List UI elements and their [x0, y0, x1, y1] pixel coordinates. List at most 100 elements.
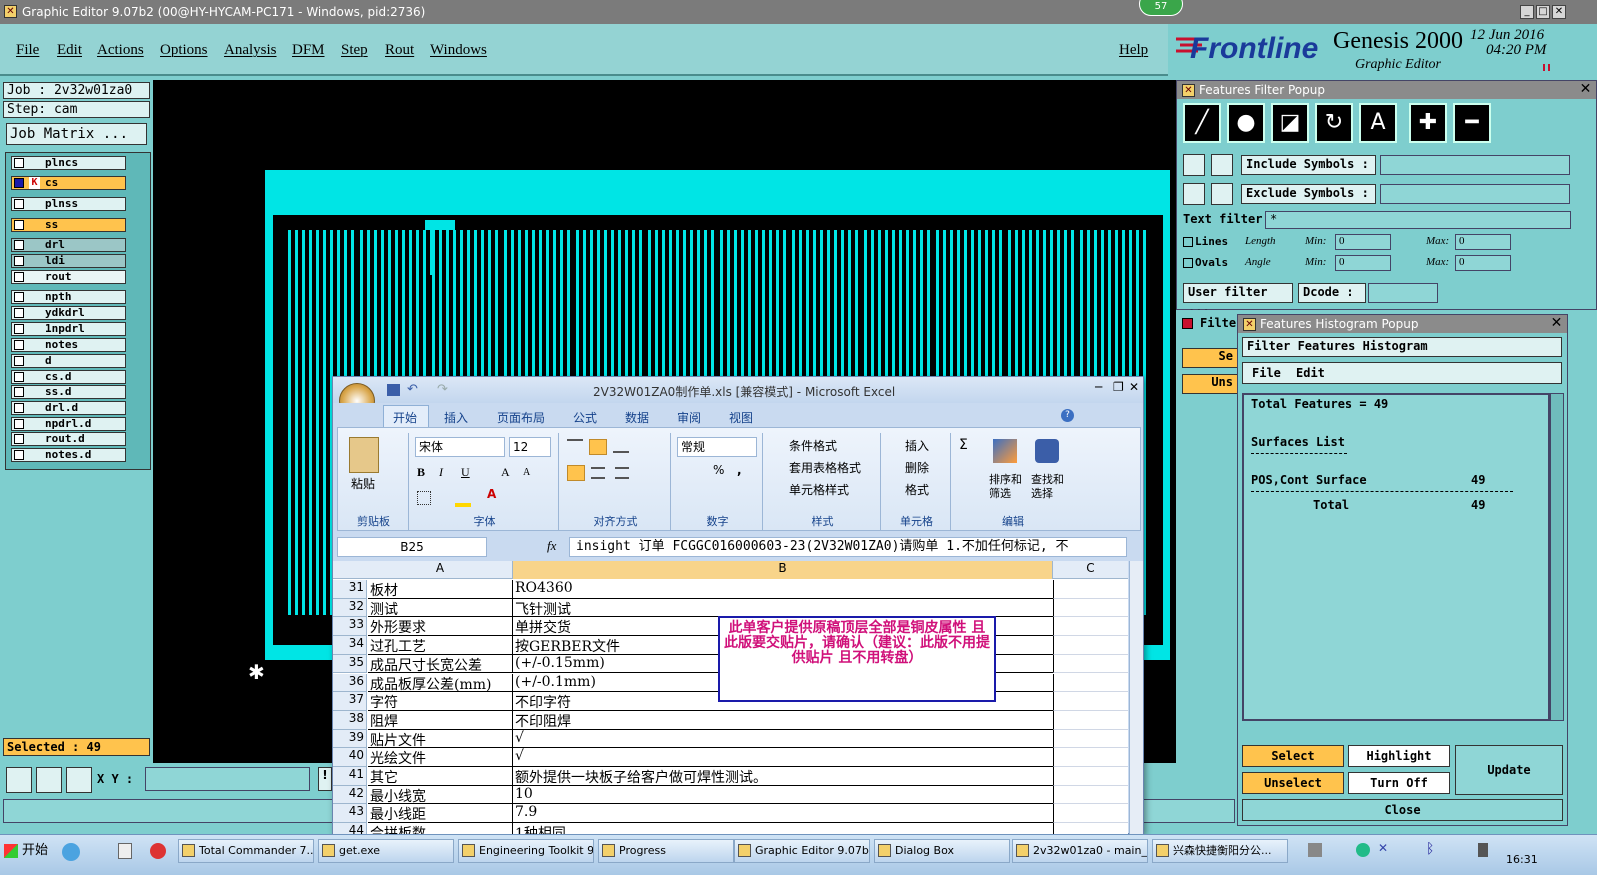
- fill-color-icon[interactable]: [455, 503, 471, 507]
- layer-checkbox[interactable]: [14, 324, 24, 334]
- cell-c[interactable]: [1053, 785, 1128, 805]
- font-name-select[interactable]: 宋体: [415, 437, 505, 457]
- layer-row-ss-d[interactable]: ss.d: [11, 385, 126, 399]
- cell-a[interactable]: 最小线宽: [368, 785, 513, 805]
- text-filter-input[interactable]: *: [1265, 211, 1571, 229]
- cell-b[interactable]: √: [513, 748, 1053, 767]
- close-button[interactable]: Close: [1242, 799, 1563, 821]
- insert-cells-button[interactable]: 插入: [905, 437, 929, 454]
- surface-tool-icon[interactable]: ◪: [1271, 103, 1309, 143]
- text-tool-icon[interactable]: A: [1359, 103, 1397, 143]
- exclude-symbols-input[interactable]: [1380, 184, 1570, 204]
- layer-checkbox[interactable]: [14, 434, 24, 444]
- layer-row-1npdrl[interactable]: 1npdrl: [11, 322, 126, 336]
- italic-icon[interactable]: I: [439, 465, 443, 480]
- underline-icon[interactable]: U: [461, 465, 470, 480]
- find-select-icon[interactable]: [1035, 439, 1059, 463]
- user-filter-button[interactable]: User filter ...: [1183, 283, 1293, 315]
- tab-view[interactable]: 视图: [729, 409, 753, 426]
- highlight-button[interactable]: Highlight: [1348, 745, 1450, 767]
- update-button[interactable]: Update: [1455, 745, 1563, 795]
- cell-b[interactable]: 不印阻焊: [513, 711, 1053, 730]
- cell-a[interactable]: 测试: [368, 598, 513, 618]
- menu-analysis[interactable]: Analysis: [224, 42, 277, 59]
- cell-c[interactable]: [1053, 617, 1128, 637]
- layer-row-plnss[interactable]: plnss: [11, 197, 126, 211]
- layer-row-ldi[interactable]: ldi: [11, 254, 126, 268]
- font-color-icon[interactable]: A: [487, 487, 496, 501]
- cell-a[interactable]: 光绘文件: [368, 748, 513, 767]
- layer-checkbox[interactable]: [14, 387, 24, 397]
- layer-row-cs-d[interactable]: cs.d: [11, 370, 126, 384]
- exclude-arrow-icon[interactable]: [1183, 183, 1205, 205]
- row-header[interactable]: 39: [333, 729, 367, 749]
- negative-icon[interactable]: ━: [1453, 103, 1491, 143]
- cell-c[interactable]: [1053, 692, 1128, 711]
- cell-a[interactable]: 字符: [368, 692, 513, 711]
- layer-row-ydkdrl[interactable]: ydkdrl: [11, 306, 126, 320]
- length-max-input[interactable]: 0: [1455, 234, 1511, 250]
- border-icon[interactable]: [417, 491, 431, 505]
- align-center-icon[interactable]: [591, 467, 605, 479]
- task-graphic-editor[interactable]: Graphic Editor 9.07b...: [734, 839, 870, 863]
- include-arrow-icon[interactable]: [1183, 154, 1205, 176]
- notification-badge[interactable]: 57: [1139, 0, 1183, 16]
- length-min-input[interactable]: 0: [1335, 234, 1391, 250]
- chrome-icon[interactable]: [150, 843, 166, 859]
- tab-page-layout[interactable]: 页面布局: [497, 409, 545, 426]
- start-button[interactable]: 开始: [2, 839, 54, 863]
- col-header-b[interactable]: B: [513, 561, 1053, 579]
- note-textbox[interactable]: 此单客户提供原稿顶层全部是铜皮属性 且此版要交贴片，请确认（建议：此版不用提供贴…: [718, 616, 996, 702]
- align-top-icon[interactable]: [567, 439, 583, 453]
- sort-filter-icon[interactable]: [993, 439, 1017, 463]
- unselect-partial-button[interactable]: Uns: [1182, 374, 1238, 394]
- cell-c[interactable]: [1053, 823, 1128, 834]
- cell-a[interactable]: 成品尺寸长宽公差: [368, 654, 513, 674]
- measure-icon[interactable]: [6, 767, 32, 793]
- row-header[interactable]: 36: [333, 673, 367, 693]
- align-bottom-icon[interactable]: [613, 439, 629, 453]
- grow-font-icon[interactable]: A: [501, 465, 510, 480]
- layer-row-rout-d[interactable]: rout.d: [11, 432, 126, 446]
- cell-styles-button[interactable]: 单元格样式: [789, 481, 849, 498]
- exclude-select-icon[interactable]: [1211, 183, 1233, 205]
- warning-icon[interactable]: !: [318, 767, 332, 791]
- layer-checkbox[interactable]: [14, 240, 24, 250]
- angle-min-input[interactable]: 0: [1335, 255, 1391, 271]
- lines-checkbox[interactable]: [1183, 237, 1193, 247]
- tray-x-icon[interactable]: ✕: [1378, 841, 1388, 855]
- tab-insert[interactable]: 插入: [444, 409, 468, 426]
- cell-c[interactable]: [1053, 636, 1128, 655]
- layer-checkbox[interactable]: [14, 220, 24, 230]
- layer-row-npth[interactable]: npth: [11, 290, 126, 304]
- find-select-label[interactable]: 查找和 选择: [1031, 473, 1064, 501]
- layer-row-npdrl-d[interactable]: npdrl.d: [11, 417, 126, 431]
- cell-c[interactable]: [1053, 767, 1128, 786]
- align-right-icon[interactable]: [615, 467, 629, 479]
- cell-a[interactable]: 板材: [368, 580, 513, 599]
- menu-rout[interactable]: Rout: [385, 42, 414, 59]
- row-header[interactable]: 37: [333, 692, 367, 711]
- align-left-icon[interactable]: [567, 465, 585, 481]
- layer-checkbox[interactable]: [14, 272, 24, 282]
- angle-max-input[interactable]: 0: [1455, 255, 1511, 271]
- task-main-qa[interactable]: 2v32w01za0 - main_qa: [1012, 839, 1148, 863]
- conditional-format-button[interactable]: 条件格式: [789, 437, 837, 454]
- menu-file[interactable]: File: [16, 42, 39, 59]
- font-size-select[interactable]: 12: [509, 437, 551, 457]
- format-cells-button[interactable]: 格式: [905, 481, 929, 498]
- excel-minimize-icon[interactable]: ─: [1095, 380, 1102, 394]
- grid-icon[interactable]: [66, 767, 92, 793]
- row-header[interactable]: 35: [333, 654, 367, 674]
- select-partial-button[interactable]: Se: [1182, 348, 1238, 368]
- tab-formulas[interactable]: 公式: [573, 409, 597, 426]
- percent-icon[interactable]: %: [713, 463, 724, 477]
- sum-icon[interactable]: Σ: [959, 437, 968, 453]
- minimize-icon[interactable]: _: [1520, 5, 1534, 19]
- angle-icon[interactable]: [36, 767, 62, 793]
- layer-checkbox[interactable]: [14, 372, 24, 382]
- layer-checkbox[interactable]: [14, 308, 24, 318]
- sheet-grid[interactable]: A B C 31 板材 RO4360 32 测试 飞针测试 33 外形要求 单拼交货 34 过孔工艺…: [333, 561, 1128, 834]
- positive-icon[interactable]: ✚: [1409, 103, 1447, 143]
- layer-checkbox[interactable]: [14, 340, 24, 350]
